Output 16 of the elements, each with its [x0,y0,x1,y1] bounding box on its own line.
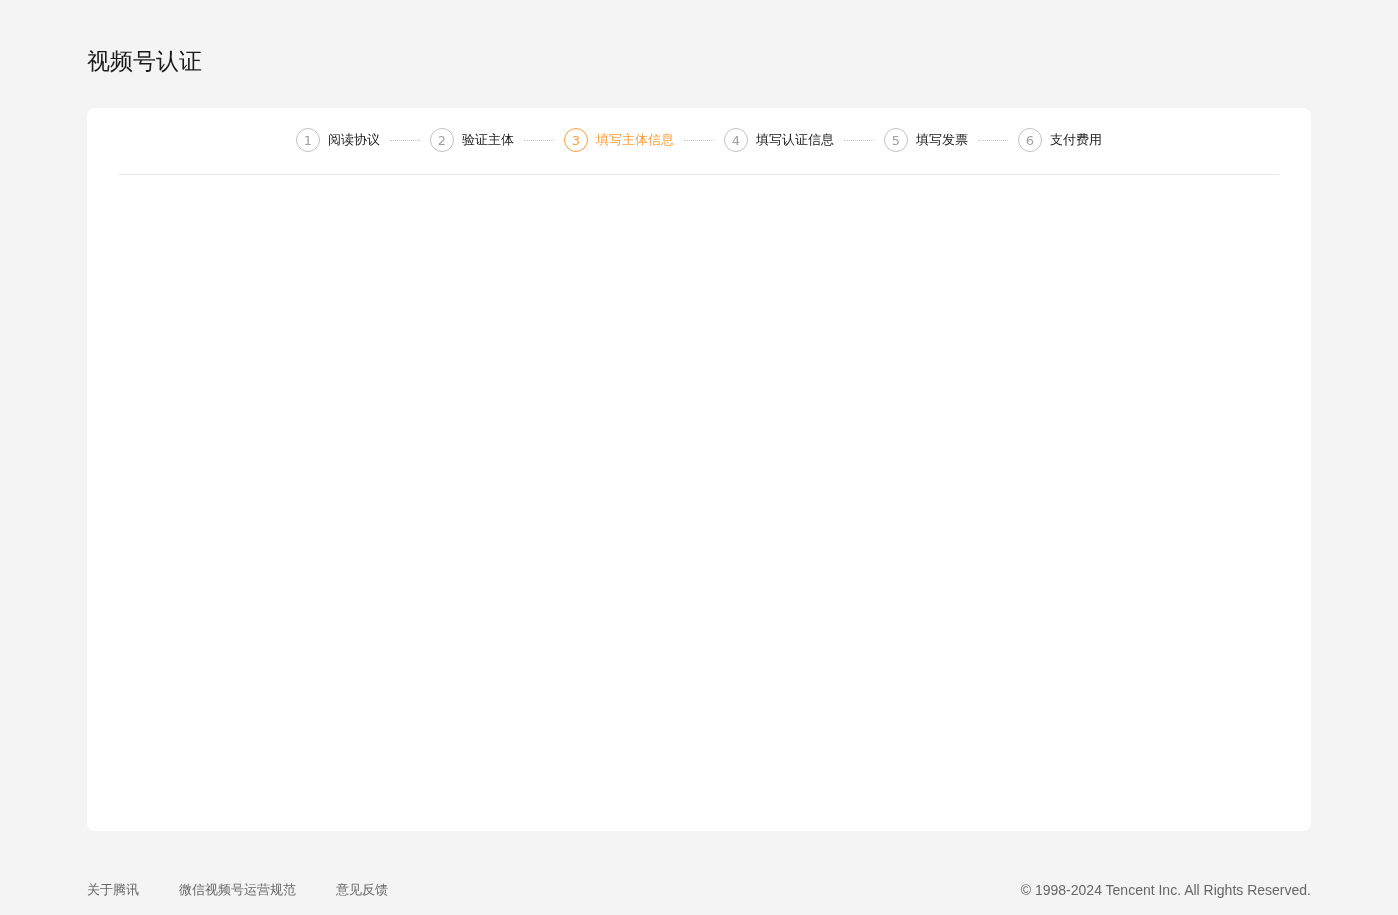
step-label: 阅读协议 [328,131,380,149]
step-label: 填写主体信息 [596,131,674,149]
dotted-connector [844,139,874,141]
step-label: 验证主体 [462,131,514,149]
footer-link[interactable]: 意见反馈 [336,881,388,899]
copyright-text: © 1998-2024 Tencent Inc. All Rights Reserved. [1020,882,1311,898]
dotted-connector [390,139,420,141]
dotted-connector [978,139,1008,141]
dotted-connector [684,139,714,141]
page-title: 视频号认证 [87,47,203,76]
dotted-connector [524,139,554,141]
step-label: 填写认证信息 [756,131,834,149]
footer-link[interactable]: 关于腾讯 [87,881,139,899]
step-label: 填写发票 [916,131,968,149]
footer-link[interactable]: 微信视频号运营规范 [179,881,296,899]
step-label: 支付费用 [1050,131,1102,149]
